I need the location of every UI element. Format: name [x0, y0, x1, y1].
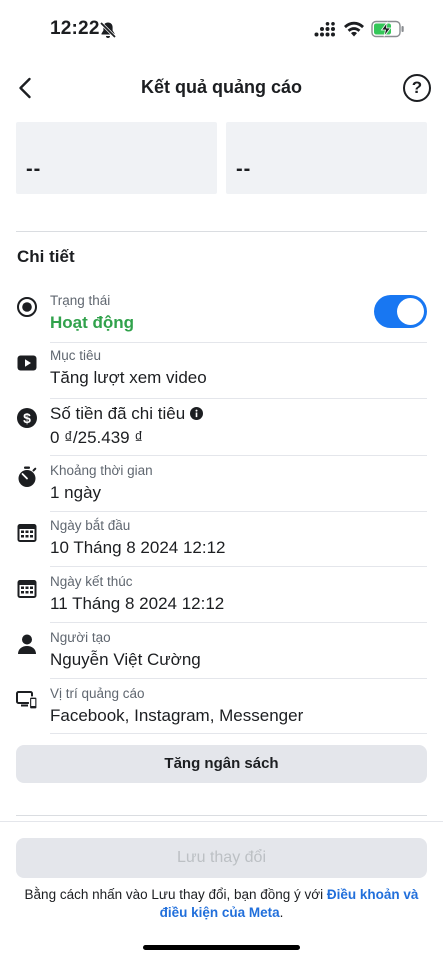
help-button[interactable]: ? [403, 74, 431, 102]
wifi-icon [344, 21, 364, 37]
spend-value: 0 ₫/25.439 ₫ [50, 428, 144, 447]
metric-card: -- [226, 122, 427, 194]
bell-off-icon [99, 21, 117, 39]
toggle-knob [397, 298, 424, 325]
row-divider [50, 678, 427, 679]
video-play-icon [17, 355, 37, 371]
radio-status-icon [17, 297, 37, 317]
section-divider [16, 231, 427, 232]
page-title: Kết quả quảng cáo [140, 77, 302, 97]
save-changes-button[interactable]: Lưu thay đổi [16, 838, 427, 878]
status-toggle[interactable] [374, 295, 427, 328]
row-divider [50, 342, 427, 343]
metric-card: -- [16, 122, 217, 194]
battery-charging-icon [371, 20, 404, 38]
home-indicator [143, 945, 300, 950]
creator-label: Người tạo [50, 630, 111, 645]
details-section-title: Chi tiết [17, 247, 75, 266]
row-divider [50, 398, 427, 399]
status-label: Trạng thái [50, 293, 111, 308]
status-value: Hoạt động [50, 313, 135, 332]
terms-consent-text: Bằng cách nhấn vào Lưu thay đổi, bạn đồn… [24, 887, 419, 920]
objective-label: Mục tiêu [50, 348, 102, 363]
status-bar: 12:22 [0, 0, 443, 58]
row-divider [50, 566, 427, 567]
section-divider [16, 815, 427, 816]
metric-value: -- [26, 158, 42, 180]
cellular-signal-icon [314, 22, 335, 37]
status-time: 12:22 [50, 18, 100, 39]
person-icon [18, 634, 36, 654]
stopwatch-icon [18, 466, 37, 487]
row-divider [50, 622, 427, 623]
calendar-icon [17, 580, 37, 598]
end-date-value: 11 Tháng 8 2024 12:12 [50, 594, 225, 613]
duration-value: 1 ngày [50, 483, 102, 502]
creator-value: Nguyễn Việt Cường [50, 650, 201, 669]
objective-value: Tăng lượt xem video [50, 368, 207, 387]
dollar-circle-icon: $ [17, 408, 37, 428]
metric-value: -- [236, 158, 252, 180]
devices-icon [16, 691, 38, 710]
calendar-icon [17, 524, 37, 542]
row-divider [50, 511, 427, 512]
duration-label: Khoảng thời gian [50, 463, 153, 478]
svg-text:$: $ [23, 410, 31, 426]
placements-label: Vị trí quảng cáo [50, 686, 145, 701]
end-date-label: Ngày kết thúc [50, 574, 133, 589]
spend-label: Số tiền đã chi tiêu [50, 404, 204, 424]
start-date-label: Ngày bắt đầu [50, 518, 131, 533]
footer-border [0, 821, 443, 822]
increase-budget-button[interactable]: Tăng ngân sách [16, 745, 427, 783]
info-icon[interactable] [190, 407, 204, 420]
start-date-value: 10 Tháng 8 2024 12:12 [50, 538, 226, 557]
placements-value: Facebook, Instagram, Messenger [50, 706, 304, 725]
row-divider [50, 733, 427, 734]
top-app-bar: Kết quả quảng cáo ? [0, 60, 443, 116]
row-divider [50, 455, 427, 456]
